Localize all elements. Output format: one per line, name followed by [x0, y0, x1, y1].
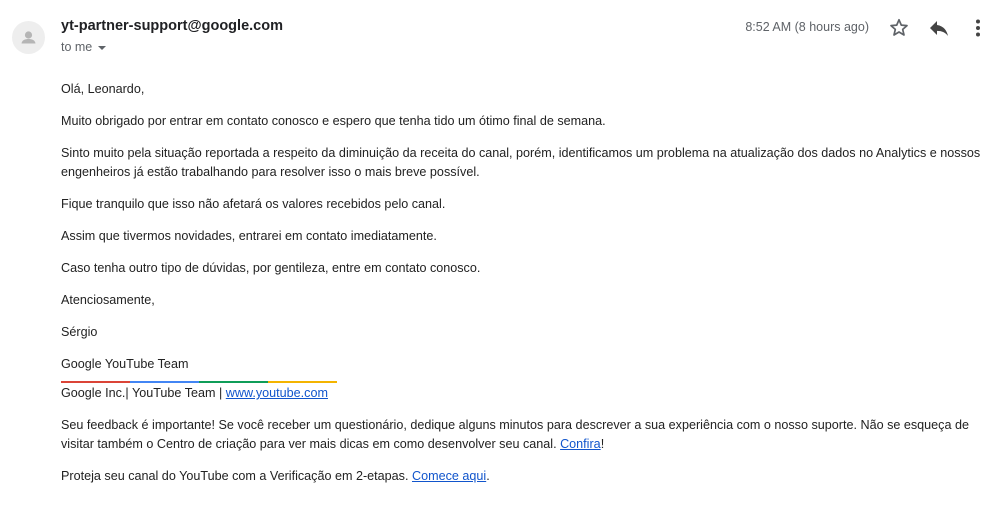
- signature-color-yellow: [268, 381, 337, 383]
- sender-address: yt-partner-support@google.com: [61, 18, 283, 34]
- sender-name: Sérgio: [61, 325, 98, 339]
- message-paragraph: Muito obrigado por entrar em contato con…: [61, 114, 606, 128]
- signature: Google Inc.| YouTube Team | www.youtube.…: [61, 384, 986, 403]
- avatar[interactable]: [12, 21, 45, 54]
- feedback-end: !: [600, 437, 605, 451]
- recipient-details-toggle[interactable]: to me: [61, 40, 107, 54]
- signature-color-blue: [130, 381, 199, 383]
- closing: Atenciosamente,: [61, 293, 155, 307]
- confira-link[interactable]: Confira: [560, 437, 601, 451]
- signature-color-bar: [61, 381, 337, 383]
- verification-paragraph: Proteja seu canal do YouTube com a Verif…: [61, 467, 986, 486]
- more-options-button[interactable]: [966, 16, 990, 40]
- star-icon: [890, 18, 908, 36]
- more-vert-icon: [976, 19, 980, 37]
- message-timestamp: 8:52 AM (8 hours ago): [745, 20, 869, 34]
- message-paragraph: Fique tranquilo que isso não afetará os …: [61, 197, 446, 211]
- verification-end: .: [486, 469, 490, 483]
- signature-text: Google Inc.| YouTube Team |: [61, 386, 226, 400]
- greeting: Olá, Leonardo,: [61, 82, 145, 96]
- message-paragraph: Caso tenha outro tipo de dúvidas, por ge…: [61, 261, 481, 275]
- message-body: Olá, Leonardo, Muito obrigado por entrar…: [61, 80, 986, 499]
- reply-button[interactable]: [927, 16, 951, 40]
- message-paragraph: Sinto muito pela situação reportada a re…: [61, 146, 981, 179]
- reply-icon: [930, 21, 948, 36]
- youtube-link[interactable]: www.youtube.com: [226, 386, 328, 400]
- feedback-text: Seu feedback é importante! Se você receb…: [61, 418, 969, 451]
- signature-color-green: [199, 381, 268, 383]
- star-button[interactable]: [887, 16, 911, 40]
- verification-text: Proteja seu canal do YouTube com a Verif…: [61, 469, 412, 483]
- feedback-paragraph: Seu feedback é importante! Se você receb…: [61, 416, 986, 454]
- message-paragraph: Assim que tivermos novidades, entrarei e…: [61, 229, 437, 243]
- comece-aqui-link[interactable]: Comece aqui: [412, 469, 486, 483]
- recipient-label: to me: [61, 40, 93, 54]
- signature-color-red: [61, 381, 130, 383]
- team-name: Google YouTube Team: [61, 357, 189, 371]
- caret-down-icon: [98, 45, 107, 50]
- person-icon: [21, 31, 36, 44]
